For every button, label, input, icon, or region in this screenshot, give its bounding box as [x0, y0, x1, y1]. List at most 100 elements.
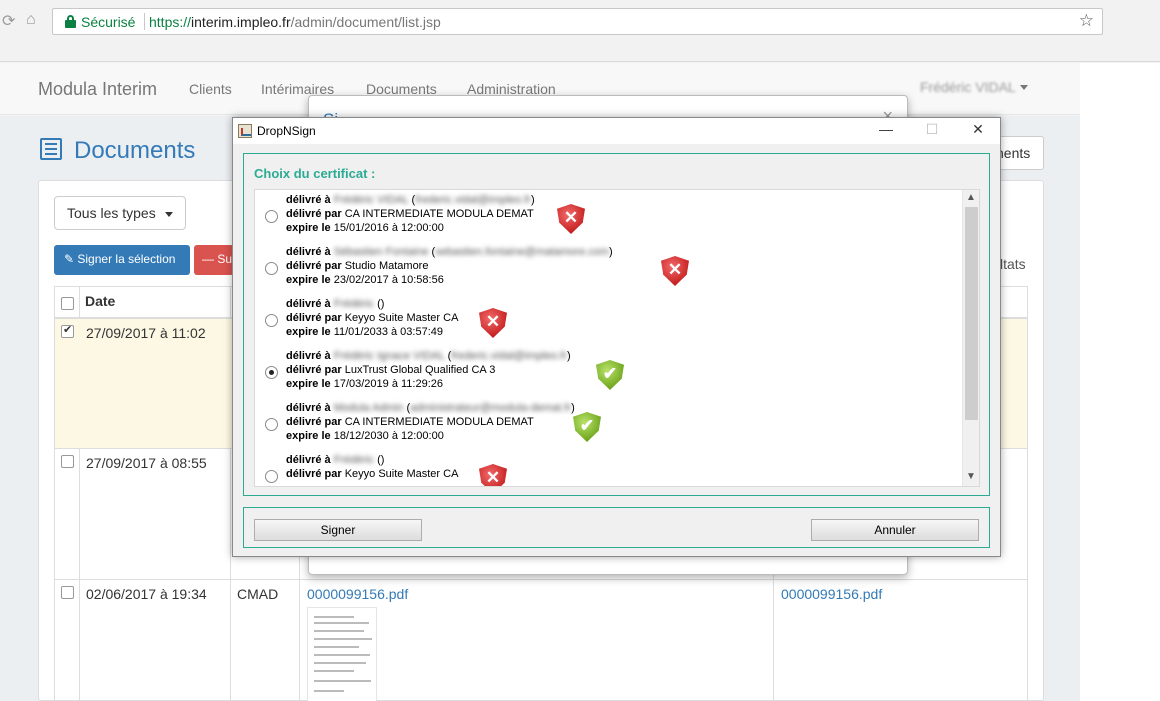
expires-value: 23/02/2017 à 10:58:56 — [333, 274, 444, 286]
issued-to-name: Frédéric — [333, 298, 375, 310]
button-panel: Signer Annuler — [243, 507, 990, 548]
document-link[interactable]: 0000099156.pdf — [307, 586, 408, 602]
column-header-date: Date — [85, 293, 116, 309]
row-checkbox[interactable] — [61, 586, 74, 599]
issued-to-name: Frédéric VIDAL — [333, 194, 409, 206]
row-checkbox[interactable] — [61, 455, 74, 468]
scroll-up-icon[interactable]: ▲ — [966, 192, 976, 203]
certificate-item[interactable]: délivré à Modula Admin (administrateur@m… — [255, 402, 975, 454]
issued-to-email: administrateur@modula-demat.fr — [410, 402, 572, 414]
address-separator — [144, 13, 145, 30]
issued-by-label: délivré par — [286, 312, 342, 324]
certificate-radio[interactable] — [265, 418, 278, 431]
certificate-heading: Choix du certificat : — [254, 166, 376, 181]
valid-shield-icon: ✔ — [573, 412, 601, 442]
expires-label: expire le — [286, 430, 331, 442]
expires-value: 15/01/2016 à 12:00:00 — [333, 222, 444, 234]
certificate-radio[interactable] — [265, 366, 278, 379]
url-scheme: https:// — [149, 14, 192, 30]
chevron-down-icon — [165, 212, 173, 217]
screen: ⟳ ⌂ Sécurisé https://interim.impleo.fr/a… — [0, 0, 1160, 701]
delete-button[interactable]: — Su — [194, 245, 234, 275]
list-icon — [40, 138, 62, 160]
type-filter-value: Tous les types — [67, 205, 156, 221]
table-row[interactable]: 02/06/2017 à 19:34 CMAD 0000099156.pdf 0… — [55, 580, 1027, 701]
cancel-button[interactable]: Annuler — [811, 519, 979, 541]
brand-link[interactable]: Modula Interim — [38, 79, 157, 100]
expires-value: 11/01/2033 à 03:57:49 — [333, 326, 443, 338]
browser-toolbar: ⟳ ⌂ Sécurisé https://interim.impleo.fr/a… — [0, 0, 1160, 62]
certificate-item[interactable]: délivré à Frédéric Ignace VIDAL (frederi… — [255, 350, 975, 402]
certificate-radio[interactable] — [265, 210, 278, 223]
issued-by-value: LuxTrust Global Qualified CA 3 — [344, 364, 496, 376]
scrollbar-thumb[interactable] — [965, 207, 978, 420]
dropnsign-window: DropNSign — ☐ ✕ Choix du certificat : dé… — [232, 117, 1001, 557]
expires-label: expire le — [286, 222, 331, 234]
row-type: CMAD — [237, 586, 279, 602]
url-text[interactable]: https://interim.impleo.fr/admin/document… — [149, 14, 441, 30]
signed-document-link[interactable]: 0000099156.pdf — [781, 586, 882, 602]
row-checkbox[interactable] — [61, 323, 74, 338]
certificate-radio[interactable] — [265, 314, 278, 327]
user-menu[interactable]: Frédéric VIDAL — [920, 79, 1016, 95]
certificate-item[interactable]: délivré à Frédéric () délivré par Keyyo … — [255, 454, 975, 486]
issued-to-name: Frédéric Ignace VIDAL — [333, 350, 445, 362]
certificate-radio[interactable] — [265, 262, 278, 275]
certificate-item[interactable]: délivré à Frédéric () délivré par Keyyo … — [255, 298, 975, 350]
issued-to-label: délivré à — [286, 298, 331, 310]
issued-by-label: délivré par — [286, 416, 342, 428]
chevron-down-icon — [1020, 85, 1028, 90]
sign-selection-label: Signer la sélection — [77, 252, 176, 266]
window-titlebar[interactable]: DropNSign — ☐ ✕ — [233, 118, 1000, 144]
issued-by-value: CA INTERMEDIATE MODULA DEMAT — [344, 416, 534, 428]
issued-to-name: Frédéric — [333, 454, 375, 466]
sign-button[interactable]: Signer — [254, 519, 422, 541]
expires-label: expire le — [286, 326, 331, 338]
invalid-shield-icon: ✕ — [661, 256, 689, 286]
issued-to-email: sebastien.fontaine@matamore.com — [435, 246, 610, 258]
documents-action-button[interactable]: nents — [995, 136, 1044, 170]
issued-by-value: CA INTERMEDIATE MODULA DEMAT — [344, 208, 534, 220]
page-right-gutter — [1080, 63, 1160, 701]
issued-to-label: délivré à — [286, 454, 331, 466]
home-icon[interactable]: ⌂ — [26, 11, 36, 29]
certificate-list-scrollbar[interactable]: ▲ ▼ — [962, 190, 979, 486]
issued-to-label: délivré à — [286, 350, 331, 362]
secure-label: Sécurisé — [81, 14, 136, 30]
document-thumbnail[interactable] — [307, 607, 377, 701]
sign-selection-button[interactable]: ✎ Signer la sélection — [54, 245, 190, 275]
select-all-checkbox[interactable] — [61, 297, 74, 310]
nav-clients[interactable]: Clients — [189, 81, 232, 97]
app-icon — [238, 124, 252, 138]
issued-by-value: Studio Matamore — [344, 260, 429, 272]
invalid-shield-icon: ✕ — [557, 204, 585, 234]
expires-label: expire le — [286, 378, 331, 390]
issued-to-label: délivré à — [286, 246, 331, 258]
row-date: 27/09/2017 à 11:02 — [86, 325, 206, 341]
minimize-icon[interactable]: — — [871, 121, 901, 141]
bookmark-star-icon[interactable]: ☆ — [1079, 11, 1094, 31]
documents-action-label: nents — [996, 145, 1031, 161]
issued-by-label: délivré par — [286, 208, 342, 220]
minus-icon: — — [202, 252, 218, 266]
certificate-item[interactable]: délivré à Sébastien Fontaine (sebastien.… — [255, 246, 975, 298]
expires-value: 17/03/2019 à 11:29:26 — [333, 378, 443, 390]
close-icon[interactable]: ✕ — [963, 121, 993, 141]
issued-to-email: frederic.vidal@impleo.fr — [415, 194, 531, 206]
maximize-icon[interactable]: ☐ — [917, 121, 947, 141]
type-filter-select[interactable]: Tous les types — [54, 196, 186, 230]
certificate-radio[interactable] — [265, 470, 278, 483]
certificate-item[interactable]: délivré à Frédéric VIDAL (frederic.vidal… — [255, 194, 975, 246]
url-path: /admin/document/list.jsp — [290, 14, 441, 30]
page-title: Documents — [74, 137, 196, 164]
reload-icon[interactable]: ⟳ — [2, 11, 15, 31]
delete-label: Su — [217, 252, 233, 266]
issued-to-label: délivré à — [286, 402, 331, 414]
issued-by-value: Keyyo Suite Master CA — [344, 312, 459, 324]
address-bar[interactable]: Sécurisé https://interim.impleo.fr/admin… — [52, 8, 1103, 35]
issued-by-label: délivré par — [286, 468, 342, 480]
issued-to-email: frederic.vidal@impleo.fr — [451, 350, 568, 362]
scroll-down-icon[interactable]: ▼ — [966, 471, 976, 482]
url-host: interim.impleo.fr — [191, 14, 291, 30]
certificate-list[interactable]: délivré à Frédéric VIDAL (frederic.vidal… — [254, 189, 980, 487]
